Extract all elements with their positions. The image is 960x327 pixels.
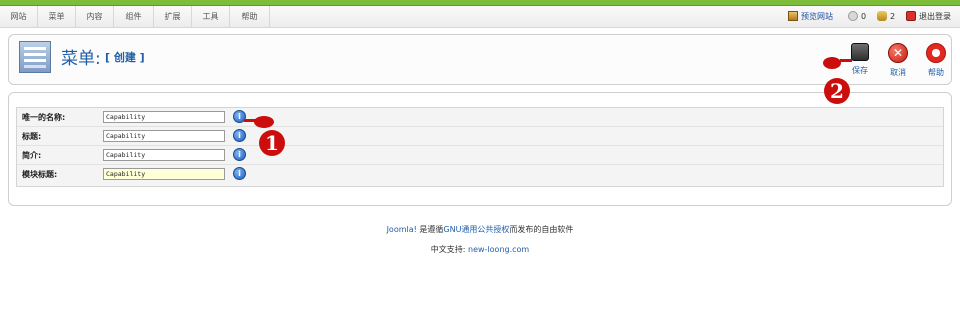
menu-tools[interactable]: 工具 (192, 6, 230, 28)
main-menu-bar: 网站 菜单 内容 组件 扩展 工具 帮助 预览网站 0 2 退出登录 (0, 6, 960, 28)
save-label: 保存 (852, 66, 868, 75)
support-link[interactable]: new-loong.com (468, 245, 529, 254)
monitor-icon (788, 11, 798, 21)
pointing-hand-icon (244, 116, 274, 128)
menu-manager-icon (19, 41, 51, 73)
field-label: 标题: (22, 132, 42, 141)
gpl-link[interactable]: GNU通用公共授权 (443, 225, 509, 234)
unique-name-input[interactable]: Capability (103, 111, 225, 123)
menu-menus[interactable]: 菜单 (38, 6, 76, 28)
cancel-label: 取消 (890, 68, 906, 77)
cancel-x-icon: ✕ (888, 43, 908, 63)
lifebuoy-icon (926, 43, 946, 63)
description-input[interactable]: Capability (103, 149, 225, 161)
field-row-description: 简介: Capability i (17, 146, 943, 165)
page-subtitle: [ 创建 ] (105, 51, 145, 64)
details-panel: 唯一的名称: Capability i 标题: Capability i 简介:… (8, 92, 952, 206)
support-label: 中文支持: (430, 245, 466, 254)
info-icon[interactable]: i (233, 167, 246, 180)
footer-license: Joomla! 是遵循GNU通用公共授权而发布的自由软件 (0, 224, 960, 235)
menu-components[interactable]: 组件 (114, 6, 154, 28)
footer-text: 而发布的自由软件 (509, 225, 574, 234)
info-icon[interactable]: i (233, 129, 246, 142)
help-button[interactable]: 帮助 (916, 41, 956, 83)
menu-content[interactable]: 内容 (76, 6, 114, 28)
logout-label: 退出登录 (919, 12, 951, 21)
details-table: 唯一的名称: Capability i 标题: Capability i 简介:… (16, 107, 944, 187)
cancel-button[interactable]: ✕ 取消 (878, 41, 918, 83)
logout-link[interactable]: 退出登录 (906, 6, 951, 28)
message-icon (848, 11, 858, 21)
page-title: 菜单: (61, 49, 101, 69)
pointing-hand-icon (823, 57, 852, 69)
users-indicator[interactable]: 2 (877, 6, 895, 28)
module-title-input[interactable]: Capability (103, 168, 225, 180)
field-row-unique-name: 唯一的名称: Capability i (17, 108, 943, 127)
menu-extensions[interactable]: 扩展 (154, 6, 192, 28)
field-label: 模块标题: (22, 170, 58, 179)
annotation-badge-2: 2 (824, 78, 850, 104)
messages-indicator[interactable]: 0 (848, 6, 866, 28)
title-input[interactable]: Capability (103, 130, 225, 142)
field-label: 简介: (22, 151, 42, 160)
preview-site-link[interactable]: 预览网站 (788, 6, 833, 28)
users-icon (877, 11, 887, 21)
toolbar-panel: 菜单: [ 创建 ] 保存 ✕ 取消 帮助 (8, 34, 952, 85)
help-label: 帮助 (928, 68, 944, 77)
joomla-link[interactable]: Joomla! (387, 225, 417, 234)
info-icon[interactable]: i (233, 148, 246, 161)
field-row-title: 标题: Capability i (17, 127, 943, 146)
footer-text: 是遵循 (416, 225, 444, 234)
messages-count: 0 (861, 12, 867, 21)
preview-site-label: 预览网站 (801, 12, 833, 21)
menu-help[interactable]: 帮助 (230, 6, 270, 28)
annotation-badge-1: 1 (259, 130, 285, 156)
menu-site[interactable]: 网站 (0, 6, 38, 28)
logout-icon (906, 11, 916, 21)
footer-support: 中文支持: new-loong.com (0, 244, 960, 255)
field-label: 唯一的名称: (22, 113, 66, 122)
users-count: 2 (890, 12, 896, 21)
field-row-module-title: 模块标题: Capability i (17, 165, 943, 184)
